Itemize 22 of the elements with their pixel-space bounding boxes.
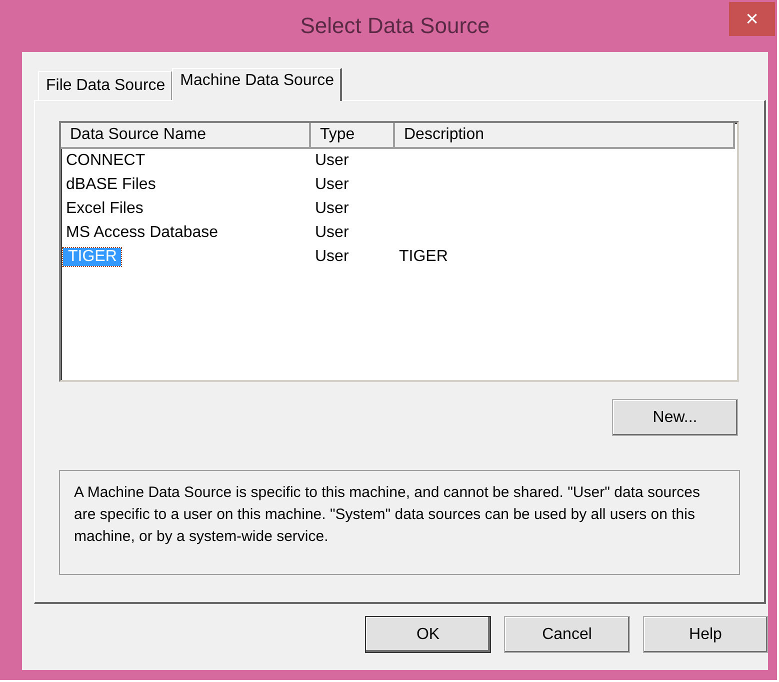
table-cell-text: User — [314, 224, 350, 242]
data-source-name[interactable]: MS Access Database — [61, 224, 311, 242]
info-text: A Machine Data Source is specific to this machine, and cannot be shared. "User" data sources are specific to a user on this machine. "System" data sources can be used by all users on this machine, or by a system-wide service. — [59, 470, 740, 575]
help-button[interactable]: Help — [643, 616, 768, 653]
table-cell-text: User — [314, 248, 350, 266]
window-title: Select Data Source — [300, 13, 490, 39]
column-header[interactable]: Data Source Name — [61, 123, 311, 149]
table-cell-text: User — [314, 152, 350, 170]
table-cell-text: TIGER — [398, 248, 449, 266]
new-button[interactable]: New... — [612, 399, 738, 436]
data-source-name[interactable]: dBASE Files — [61, 176, 311, 194]
tab[interactable]: Machine Data Source — [172, 68, 342, 101]
tab[interactable]: File Data Source — [38, 71, 172, 100]
table-cell-text: User — [314, 200, 350, 218]
column-header[interactable]: Description — [395, 123, 735, 149]
data-source-name[interactable]: Excel Files — [61, 200, 311, 218]
table-cell-text: User — [314, 176, 350, 194]
column-header[interactable]: Type — [311, 123, 395, 149]
ok-button[interactable]: OK — [365, 616, 491, 653]
close-button[interactable]: × — [729, 2, 775, 36]
data-source-name[interactable]: CONNECT — [61, 152, 311, 170]
cancel-button[interactable]: Cancel — [504, 616, 630, 653]
